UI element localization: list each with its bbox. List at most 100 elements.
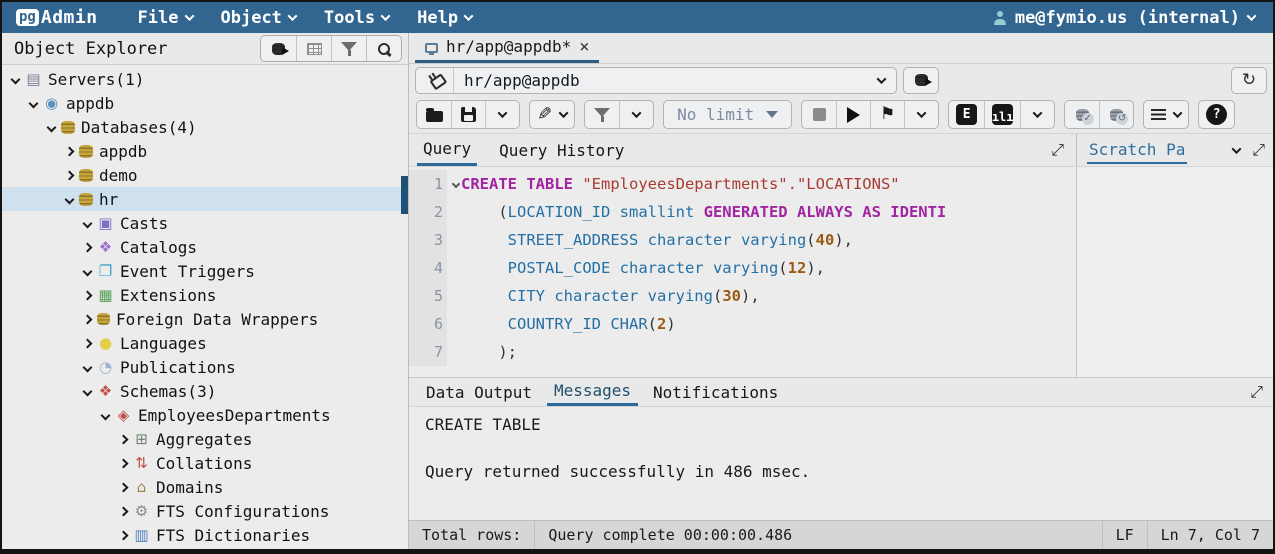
foreign-data-wrapper-icon: [97, 313, 110, 325]
expand-icon[interactable]: ⤢: [1250, 384, 1263, 400]
expand-icon[interactable]: ⤢: [1252, 142, 1265, 158]
scratch-pad-area[interactable]: [1076, 167, 1273, 377]
connection-dropdown[interactable]: hr/app@appdb: [454, 68, 866, 93]
connect-database-button[interactable]: [261, 36, 296, 61]
cancel-query-button[interactable]: [802, 101, 836, 128]
refresh-layout-button[interactable]: ↻: [1231, 67, 1267, 94]
save-file-button[interactable]: [451, 101, 485, 128]
execute-script-button[interactable]: ⚑: [870, 101, 904, 128]
explain-button[interactable]: E: [949, 101, 984, 128]
server-stack-icon: ▤: [25, 72, 42, 87]
tree-item-extensions[interactable]: ▦ Extensions: [2, 283, 408, 307]
tree-item-servers[interactable]: ▤ Servers(1): [2, 67, 408, 91]
user-menu[interactable]: me@fymio.us (internal): [988, 2, 1259, 33]
tree-item-fts-configurations[interactable]: ⚙ FTS Configurations: [2, 499, 408, 523]
chevron-down-icon[interactable]: [83, 218, 93, 228]
tree-scrollbar-thumb[interactable]: [401, 176, 408, 214]
chevron-down-icon[interactable]: [83, 362, 93, 372]
tab-scratch-pad[interactable]: Scratch Pa: [1087, 137, 1187, 164]
tree-item-catalogs[interactable]: ❖ Catalogs: [2, 235, 408, 259]
tab-messages[interactable]: Messages: [547, 378, 638, 406]
chevron-down-icon[interactable]: [11, 74, 21, 84]
chevron-down-icon: [1033, 108, 1043, 118]
tab-data-output[interactable]: Data Output: [419, 378, 539, 406]
row-limit-dropdown[interactable]: No limit: [664, 101, 791, 128]
execute-query-button[interactable]: [836, 101, 870, 128]
tree-item-languages[interactable]: ● Languages: [2, 331, 408, 355]
chevron-right-icon[interactable]: [119, 458, 129, 468]
help-button[interactable]: ?: [1199, 101, 1234, 128]
tab-query[interactable]: Query: [417, 134, 477, 166]
commit-button[interactable]: [1065, 101, 1099, 128]
edit-menu-button[interactable]: ✎: [530, 101, 574, 128]
tree-item-db-appdb[interactable]: appdb: [2, 139, 408, 163]
tree-item-foreign-data-wrappers[interactable]: Foreign Data Wrappers: [2, 307, 408, 331]
connection-status-button[interactable]: [416, 68, 454, 93]
close-icon[interactable]: ×: [579, 39, 589, 55]
chevron-right-icon[interactable]: [83, 242, 93, 252]
tab-query-history[interactable]: Query History: [493, 134, 630, 166]
tree-item-databases[interactable]: Databases(4): [2, 115, 408, 139]
chevron-down-icon[interactable]: [83, 386, 93, 396]
tree-item-collations[interactable]: ⇅ Collations: [2, 451, 408, 475]
chevron-right-icon[interactable]: [119, 530, 129, 540]
chevron-down-icon[interactable]: [1232, 144, 1242, 154]
tree-item-db-demo[interactable]: demo: [2, 163, 408, 187]
sql-token: [461, 287, 508, 305]
expand-icon[interactable]: ⤢: [1051, 142, 1064, 158]
status-eol-mode[interactable]: LF: [1103, 521, 1147, 549]
explain-analyze-button[interactable]: [984, 101, 1020, 128]
connection-dropdown-caret[interactable]: [866, 68, 896, 93]
chevron-down-icon[interactable]: [29, 98, 39, 108]
chevron-right-icon[interactable]: [83, 338, 93, 348]
tab-notifications[interactable]: Notifications: [646, 378, 785, 406]
kebab-menu-icon[interactable]: [1253, 33, 1273, 63]
chevron-down-icon: [559, 108, 569, 118]
filter-button[interactable]: [585, 101, 619, 128]
tree-item-fts-dictionaries[interactable]: ▥ FTS Dictionaries: [2, 523, 408, 547]
tree-item-domains[interactable]: ⌂ Domains: [2, 475, 408, 499]
save-options-button[interactable]: [485, 101, 519, 128]
chevron-down-icon[interactable]: [83, 266, 93, 276]
rollback-button[interactable]: [1099, 101, 1133, 128]
explain-options-button[interactable]: [1020, 101, 1054, 128]
message-create-table: CREATE TABLE: [425, 415, 1257, 434]
chevron-right-icon[interactable]: [83, 314, 93, 324]
menu-help[interactable]: Help: [403, 2, 486, 33]
chevron-right-icon[interactable]: [119, 434, 129, 444]
chevron-down-icon[interactable]: [65, 194, 75, 204]
new-connection-button[interactable]: [903, 67, 939, 94]
tree-item-server-appdb[interactable]: ◉ appdb: [2, 91, 408, 115]
menu-object[interactable]: Object: [207, 2, 310, 33]
chevron-right-icon[interactable]: [65, 146, 75, 156]
macros-button[interactable]: [1144, 101, 1188, 128]
chevron-down-icon[interactable]: [101, 410, 111, 420]
tree-item-aggregates[interactable]: ⊞ Aggregates: [2, 427, 408, 451]
execute-options-button[interactable]: [904, 101, 938, 128]
tree-item-label: Schemas(3): [120, 382, 216, 401]
tree-item-publications[interactable]: ◔ Publications: [2, 355, 408, 379]
tree-item-db-hr[interactable]: hr: [2, 187, 408, 211]
chevron-down-icon[interactable]: [47, 122, 57, 132]
tree-item-event-triggers[interactable]: ❐ Event Triggers: [2, 259, 408, 283]
catalogs-icon: ❖: [97, 240, 114, 255]
open-file-button[interactable]: [417, 101, 451, 128]
chevron-right-icon[interactable]: [83, 290, 93, 300]
menu-file[interactable]: File: [124, 2, 207, 33]
query-tool-tab[interactable]: hr/app@appdb* ×: [415, 33, 599, 63]
search-objects-button[interactable]: [366, 36, 401, 61]
tree-item-schema-employeesdepartments[interactable]: ◈ EmployeesDepartments: [2, 403, 408, 427]
tree-item-label: Publications: [120, 358, 236, 377]
tree-item-casts[interactable]: ▣ Casts: [2, 211, 408, 235]
sql-editor[interactable]: 1 CREATE TABLE "EmployeesDepartments"."L…: [409, 167, 1076, 377]
menu-tools[interactable]: Tools: [310, 2, 403, 33]
view-data-button[interactable]: [296, 36, 331, 61]
chevron-right-icon[interactable]: [119, 482, 129, 492]
sql-token: GENERATED ALWAYS AS IDENTI: [704, 203, 947, 221]
filtered-rows-button[interactable]: [331, 36, 366, 61]
chevron-right-icon[interactable]: [65, 170, 75, 180]
filter-options-button[interactable]: [619, 101, 653, 128]
sql-token: CREATE TABLE: [461, 175, 582, 193]
tree-item-schemas[interactable]: ❖ Schemas(3): [2, 379, 408, 403]
chevron-right-icon[interactable]: [119, 506, 129, 516]
